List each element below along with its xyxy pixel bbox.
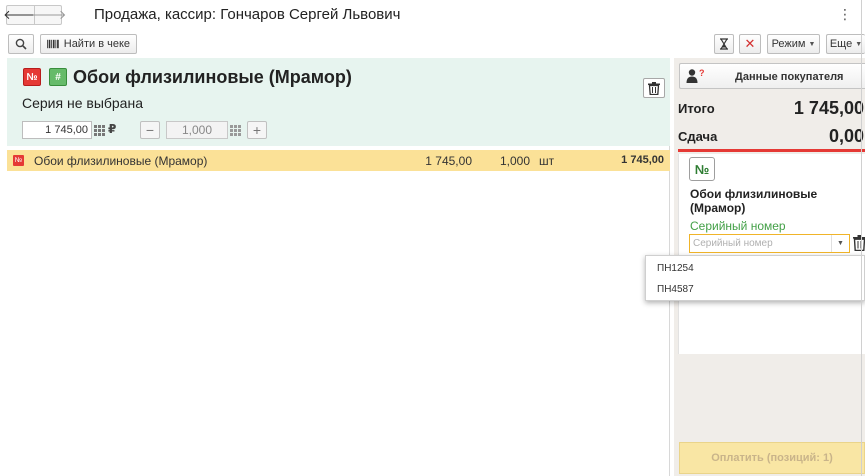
barcode-icon (47, 39, 59, 49)
window-title: Продажа, кассир: Гончаров Сергей Львович (94, 6, 401, 23)
product-header: № # Обои флизилиновые (Мрамор) Серия не … (7, 58, 670, 146)
row-unit: шт (539, 154, 555, 168)
kebab-icon[interactable]: ⋮ (838, 6, 852, 23)
change-value: 0,00 (828, 126, 864, 146)
buyer-label: Данные покупателя (735, 71, 844, 83)
hash-badge-icon[interactable]: # (49, 68, 67, 86)
svg-text:?: ? (699, 68, 705, 78)
dropdown-option[interactable]: ПН1254 (657, 263, 694, 274)
toolbar: Найти в чеке ✕ Режим ▼ Еще ▼ (0, 30, 865, 58)
forward-button[interactable]: 🡒 (32, 6, 67, 24)
trash-icon[interactable] (853, 235, 865, 252)
trash-icon (648, 81, 660, 95)
dropdown-option[interactable]: ПН4587 (657, 284, 694, 295)
total-label: Итого (678, 101, 715, 116)
increase-quantity-button[interactable]: + (247, 121, 267, 139)
calculator-icon (229, 124, 241, 136)
hourglass-button[interactable] (714, 34, 734, 54)
price-input[interactable]: 1 745,00 (22, 121, 92, 139)
calculator-button[interactable] (92, 121, 106, 139)
decrease-quantity-button[interactable]: − (140, 121, 160, 139)
mode-label: Режим (771, 38, 806, 50)
row-total: 1 745,00 (621, 154, 664, 166)
arrow-right-icon: 🡒 (31, 7, 67, 22)
change-label: Сдача (678, 129, 718, 144)
item-info-box: № Обои флизилиновые (Мрамор) Серийный но… (678, 154, 865, 354)
currency-symbol: ₽ (108, 122, 117, 136)
search-button[interactable] (8, 34, 34, 54)
serial-number-label: Серийный номер (690, 219, 786, 233)
receipt-list: № Обои флизилиновые (Мрамор) 1 745,00 1,… (7, 146, 670, 476)
buyer-data-button[interactable]: ? Данные покупателя (679, 63, 865, 89)
nav-buttons: 🡐 🡒 (3, 5, 67, 25)
chevron-down-icon[interactable]: ▼ (831, 235, 849, 252)
number-badge-icon: № (13, 155, 24, 166)
total-value: 1 745,00 (793, 98, 864, 118)
title-bar: 🡐 🡒 Продажа, кассир: Гончаров Сергей Льв… (0, 0, 865, 30)
cancel-button[interactable]: ✕ (739, 34, 761, 54)
more-label: Еще (829, 38, 853, 50)
search-icon (15, 38, 27, 50)
table-row[interactable]: № Обои флизилиновые (Мрамор) 1 745,00 1,… (7, 150, 670, 171)
series-status: Серия не выбрана (22, 95, 143, 111)
find-label: Найти в чеке (63, 38, 130, 50)
hourglass-icon (720, 38, 728, 50)
serial-number-dropdown: ПН1254 ПН4587 (645, 255, 865, 301)
mode-menu-button[interactable]: Режим ▼ (767, 34, 820, 54)
number-badge-icon[interactable]: № (23, 68, 41, 86)
number-badge-icon: № (689, 157, 715, 181)
row-quantity: 1,000 (499, 154, 530, 168)
delete-item-button[interactable] (643, 78, 665, 98)
product-title: Обои флизилиновые (Мрамор) (73, 67, 352, 87)
row-price: 1 745,00 (425, 154, 472, 168)
more-menu-button[interactable]: Еще ▼ (826, 34, 865, 54)
pay-button[interactable]: Оплатить (позиций: 1) (679, 442, 865, 474)
calculator-icon (93, 124, 105, 136)
chevron-down-icon: ▼ (808, 40, 816, 48)
quantity-calculator-button[interactable] (228, 121, 242, 139)
close-icon: ✕ (744, 36, 756, 51)
scrollbar[interactable] (861, 0, 862, 476)
quantity-input[interactable]: 1,000 (166, 121, 228, 139)
user-question-icon: ? (686, 68, 705, 83)
divider (678, 149, 865, 152)
find-in-receipt-button[interactable]: Найти в чеке (40, 34, 137, 54)
item-name: Обои флизилиновые (Мрамор) (690, 187, 818, 215)
serial-number-input[interactable]: Серийный номер (689, 234, 850, 253)
row-name: Обои флизилиновые (Мрамор) (34, 154, 208, 168)
